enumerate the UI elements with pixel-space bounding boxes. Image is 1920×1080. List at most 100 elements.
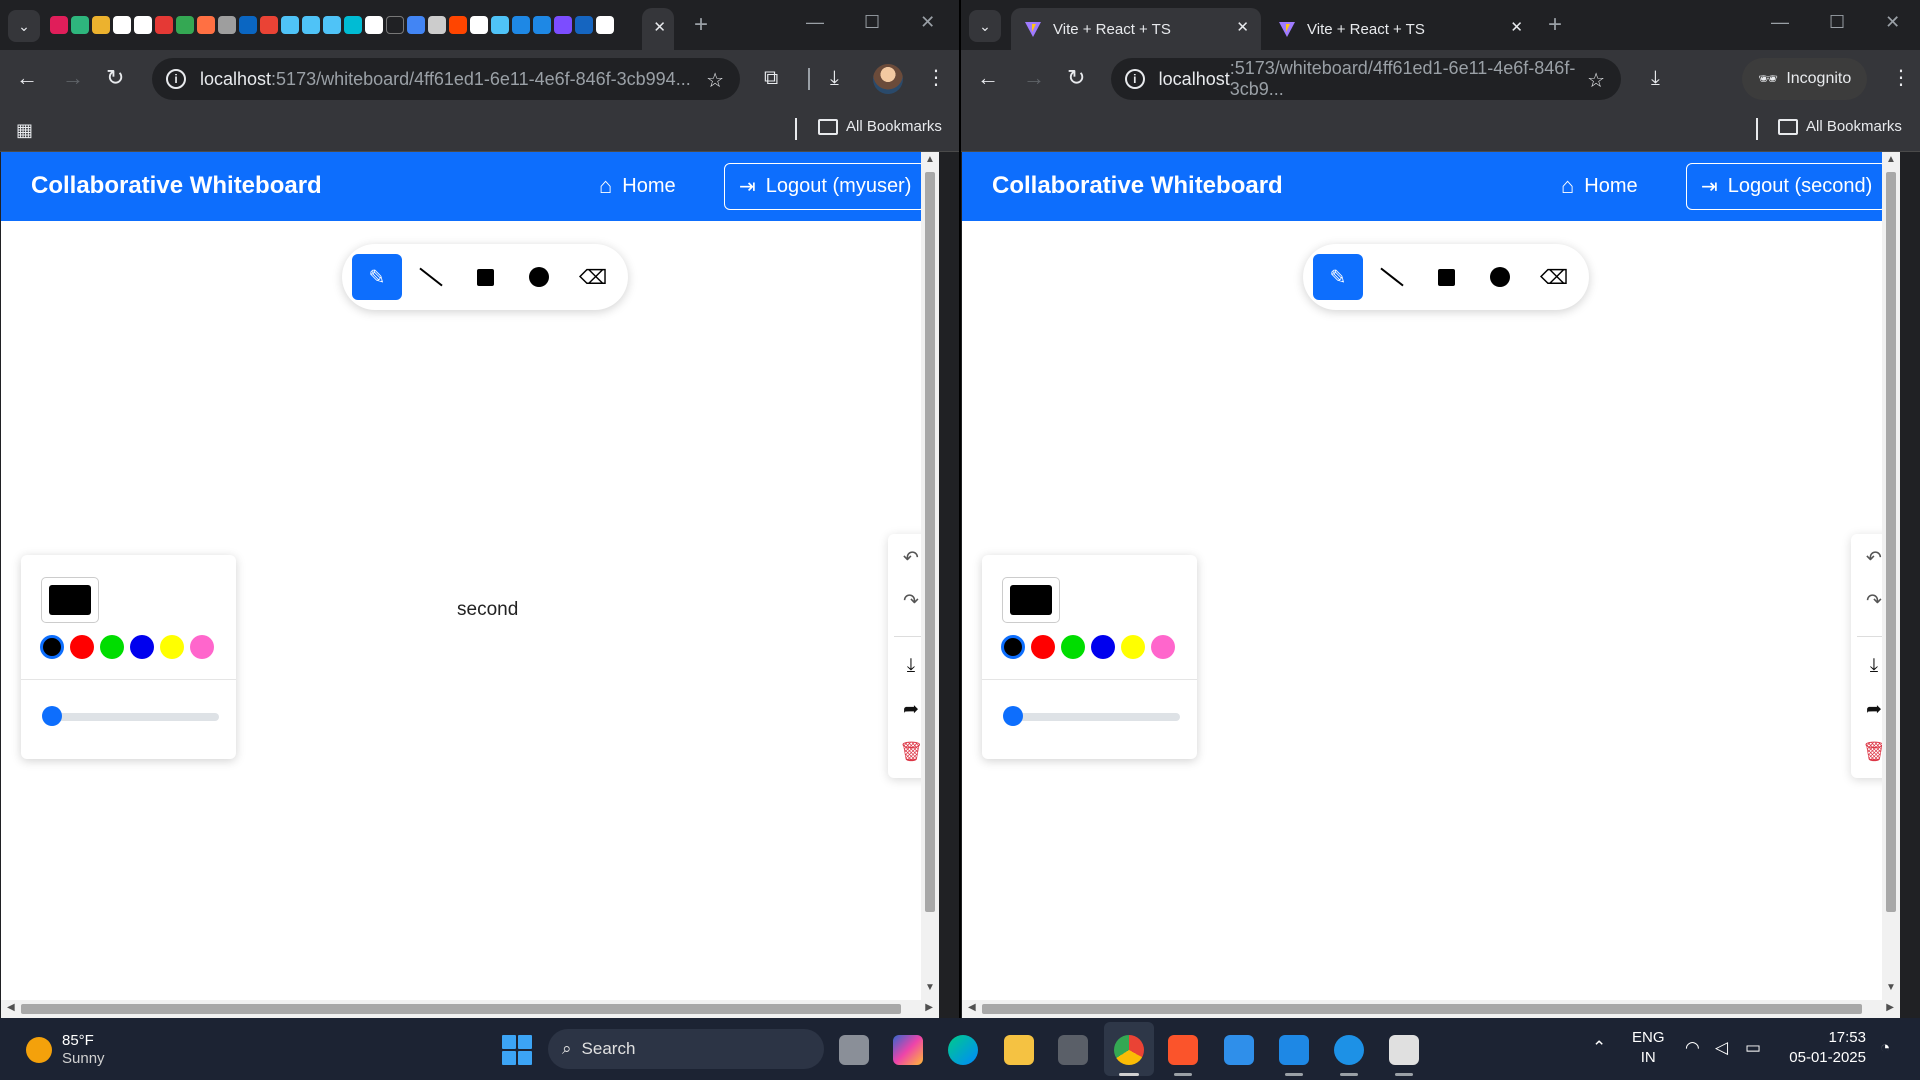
brave-icon[interactable] [1168,1035,1198,1065]
gmail-tab-icon[interactable] [260,16,278,34]
circle-tool[interactable] [1475,254,1525,300]
color-swatch-blue[interactable] [1091,635,1115,659]
app-icon[interactable] [1058,1035,1088,1065]
site-info-icon[interactable]: i [1125,69,1145,89]
bookmark-star-icon[interactable]: ☆ [706,68,724,93]
brush-size-slider[interactable] [43,713,219,721]
extensions-icon[interactable]: ⧉ [764,66,778,90]
tab-vite-2[interactable]: Vite + React + TS ✕ [1265,8,1535,50]
back-icon[interactable]: ← [977,64,999,92]
circle-tool[interactable] [514,254,564,300]
app-tab-icon[interactable] [323,16,341,34]
home-link[interactable]: ⌂ Home [1561,173,1638,199]
color-swatch-yellow[interactable] [160,635,184,659]
color-swatch-green[interactable] [1061,635,1085,659]
app-tab-icon[interactable] [197,16,215,34]
pencil-tool[interactable]: ✎ [1313,254,1363,300]
maximize-icon[interactable]: ☐ [1829,12,1845,33]
reload-icon[interactable]: ↻ [106,64,124,92]
eraser-tool[interactable]: ⌫ [568,254,618,300]
app-tab-icon[interactable] [344,16,362,34]
google-tab-icon[interactable] [407,16,425,34]
app-tab-icon[interactable] [386,16,404,34]
show-hidden-icons[interactable]: ⌃ [1592,1038,1606,1058]
snipping-tool-icon[interactable] [1389,1035,1419,1065]
color-picker[interactable] [41,577,99,623]
menu-icon[interactable]: ⋮ [926,66,946,90]
medium-tab-icon[interactable] [428,16,446,34]
task-view-icon[interactable] [839,1035,869,1065]
profile-avatar[interactable] [873,64,903,94]
eraser-tool[interactable]: ⌫ [1529,254,1579,300]
app-tab-icon[interactable] [575,16,593,34]
rectangle-tool[interactable] [460,254,510,300]
horizontal-scrollbar[interactable]: ◀ ▶ [962,1000,1900,1018]
new-tab-button[interactable]: + [694,10,708,40]
weather-widget[interactable]: 85°F Sunny [26,1032,105,1068]
close-icon[interactable]: ✕ [653,18,666,36]
scroll-right-icon[interactable]: ▶ [925,1002,933,1013]
close-icon[interactable]: ✕ [1510,18,1523,36]
scroll-up-icon[interactable]: ▲ [925,154,935,165]
scroll-down-icon[interactable]: ▼ [1886,982,1896,993]
github-tab-icon[interactable] [470,16,488,34]
scroll-up-icon[interactable]: ▲ [1886,154,1896,165]
home-link[interactable]: ⌂ Home [599,173,676,199]
active-tab[interactable]: ✕ [642,8,674,50]
github-tab-icon[interactable] [134,16,152,34]
line-tool[interactable] [406,254,456,300]
incognito-indicator[interactable]: 🕶 Incognito [1742,58,1868,100]
linkedin-tab-icon[interactable] [239,16,257,34]
vite-tab-icon[interactable] [554,16,572,34]
line-tool[interactable] [1367,254,1417,300]
download-icon[interactable]: ⤓ [830,66,839,90]
brush-size-slider[interactable] [1004,713,1180,721]
bookmark-star-icon[interactable]: ☆ [1587,68,1605,93]
color-swatch-black[interactable] [1001,635,1025,659]
github-tab-icon[interactable] [113,16,131,34]
file-explorer-icon[interactable] [1004,1035,1034,1065]
copilot-icon[interactable] [893,1035,923,1065]
vscode-icon[interactable] [1279,1035,1309,1065]
close-window-icon[interactable]: ✕ [1885,12,1900,33]
github-tab-icon[interactable] [596,16,614,34]
all-bookmarks[interactable]: All Bookmarks [818,118,942,135]
vertical-scrollbar[interactable]: ▲ ▼ [921,152,939,1000]
app-tab-icon[interactable] [512,16,530,34]
color-swatch-yellow[interactable] [1121,635,1145,659]
notifications-icon[interactable]: ◔ [1880,1038,1890,1058]
drive-tab-icon[interactable] [176,16,194,34]
rectangle-tool[interactable] [1421,254,1471,300]
scroll-thumb[interactable] [925,172,935,912]
color-swatch-red[interactable] [1031,635,1055,659]
openai-tab-icon[interactable] [218,16,236,34]
forward-icon[interactable]: → [62,64,84,92]
reload-icon[interactable]: ↻ [1067,64,1085,92]
brand-title[interactable]: Collaborative Whiteboard [31,172,322,200]
scroll-thumb[interactable] [21,1004,901,1014]
close-window-icon[interactable]: ✕ [920,12,935,33]
horizontal-scrollbar[interactable]: ◀ ▶ [1,1000,939,1018]
scroll-left-icon[interactable]: ◀ [968,1002,976,1013]
brush-size-thumb[interactable] [1002,706,1023,726]
brush-size-thumb[interactable] [41,706,62,726]
clock[interactable]: 17:53 05-01-2025 [1784,1028,1866,1068]
back-icon[interactable]: ← [16,64,38,92]
reddit-tab-icon[interactable] [449,16,467,34]
color-swatch-black[interactable] [40,635,64,659]
color-picker[interactable] [1002,577,1060,623]
site-info-icon[interactable]: i [166,69,186,89]
scroll-down-icon[interactable]: ▼ [925,982,935,993]
app-tab-icon[interactable] [302,16,320,34]
forward-icon[interactable]: → [1023,64,1045,92]
brand-title[interactable]: Collaborative Whiteboard [992,172,1283,200]
color-swatch-pink[interactable] [190,635,214,659]
language-indicator[interactable]: ENG IN [1632,1028,1665,1068]
color-swatch-green[interactable] [100,635,124,659]
scroll-thumb[interactable] [982,1004,1862,1014]
color-swatch-pink[interactable] [1151,635,1175,659]
menu-icon[interactable]: ⋮ [1891,66,1911,90]
app-tab-icon[interactable] [155,16,173,34]
volume-icon[interactable]: ◁ [1715,1038,1728,1058]
tab-search-button[interactable]: ⌄ [969,10,1001,42]
